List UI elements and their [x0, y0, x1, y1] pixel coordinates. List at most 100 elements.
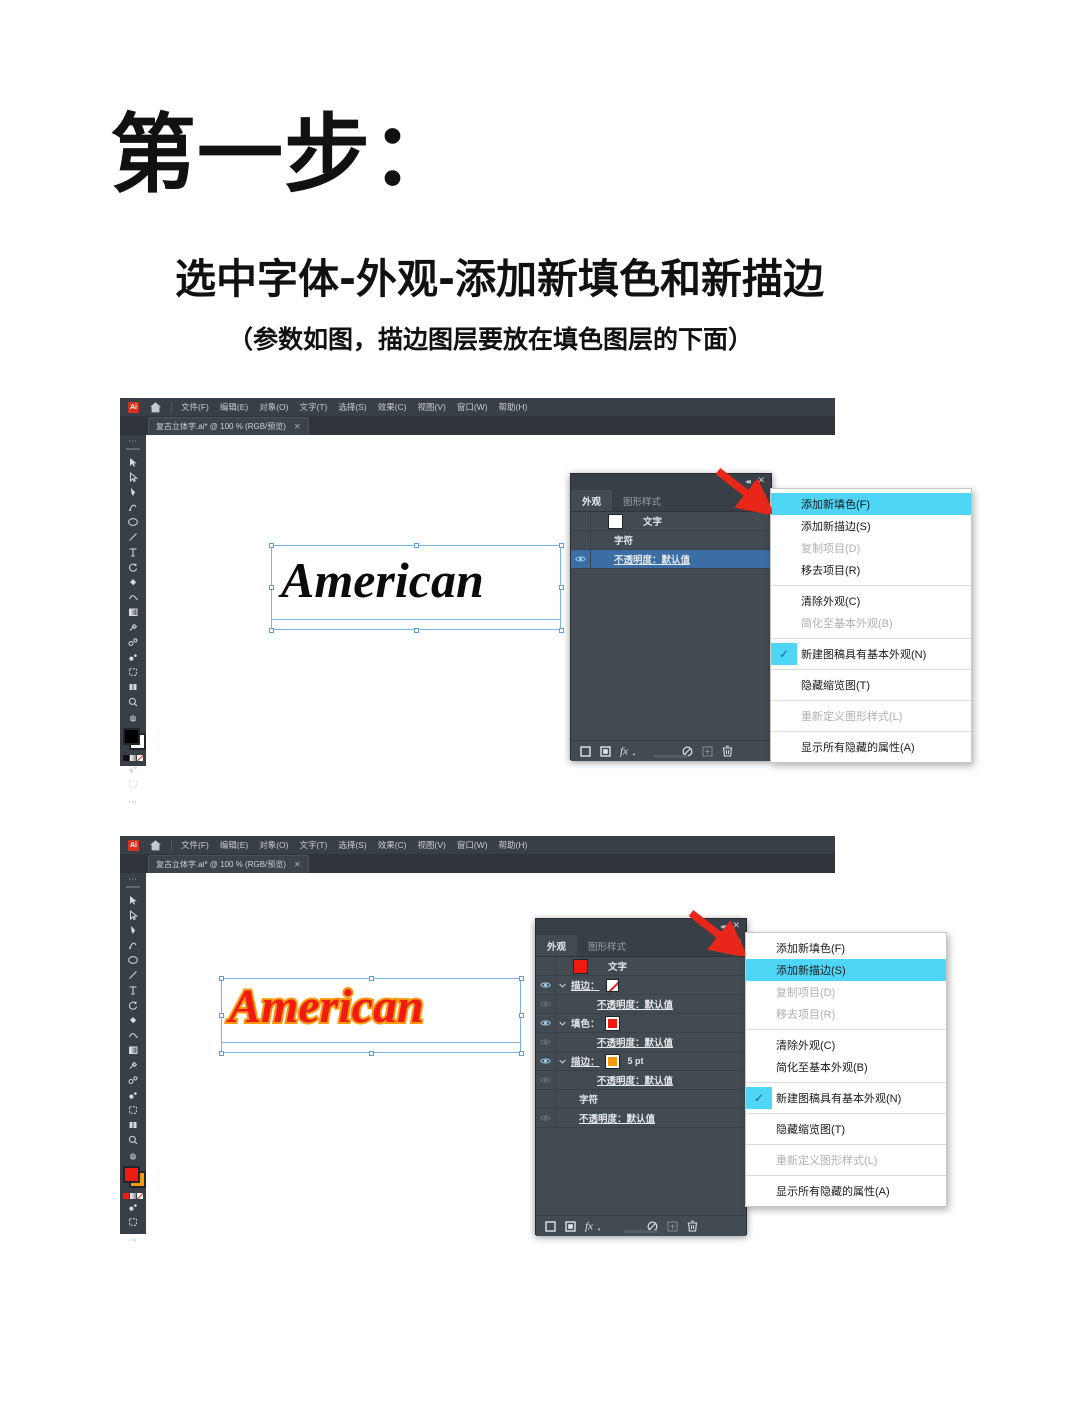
menu-item-6[interactable]: 视图(V)	[418, 839, 446, 851]
selection-handle[interactable]	[218, 1013, 224, 1018]
visibility-toggle-icon[interactable]	[536, 1076, 555, 1084]
appearance-row[interactable]: 填色：	[536, 1014, 746, 1033]
visibility-toggle-icon[interactable]	[536, 1057, 555, 1065]
tool-symbol-sprayer-tool[interactable]	[120, 1087, 146, 1102]
menu-item-8[interactable]: 帮助(H)	[499, 839, 528, 851]
menu-item-5[interactable]: 效果(C)	[378, 839, 407, 851]
visibility-toggle-icon[interactable]	[536, 1038, 555, 1046]
add-effect-fx-icon[interactable]: fx	[620, 745, 636, 757]
none-swatch-icon[interactable]	[137, 755, 143, 761]
selection-handle[interactable]	[368, 1050, 374, 1056]
tool-artboard-tool[interactable]	[120, 664, 146, 679]
tool-type-tool[interactable]	[120, 982, 146, 997]
artwork-text[interactable]: American	[227, 981, 426, 1033]
tool-eyedropper-tool[interactable]	[120, 619, 146, 634]
add-new-fill-icon[interactable]	[565, 1220, 576, 1232]
fill-color-swatch[interactable]	[604, 1015, 620, 1031]
tool-artboard-tool-bottom[interactable]	[120, 1214, 146, 1229]
tool-blend-tool[interactable]	[120, 634, 146, 649]
flyout-menu-item[interactable]: 隐藏缩览图(T)	[746, 1118, 946, 1140]
tool-artboard-tool[interactable]	[120, 1102, 146, 1117]
delete-item-icon[interactable]	[687, 1220, 698, 1232]
flyout-menu-item[interactable]: 添加新填色(F)	[771, 493, 971, 515]
tool-line-tool[interactable]	[120, 529, 146, 544]
tool-direct-selection-tool[interactable]	[120, 907, 146, 922]
menu-item-5[interactable]: 效果(C)	[378, 401, 407, 413]
tool-zoom-tool[interactable]	[120, 694, 146, 709]
panel-tab-0[interactable]: 外观	[536, 935, 578, 956]
flyout-menu-item[interactable]: ✓ 新建图稿具有基本外观(N)	[771, 643, 971, 665]
tool-selection-tool[interactable]	[120, 454, 146, 469]
appearance-row[interactable]: 不透明度：默认值	[571, 550, 771, 569]
menu-item-7[interactable]: 窗口(W)	[457, 401, 488, 413]
document-tab[interactable]: 复古立体字.ai* @ 100 % (RGB/预览) ✕	[148, 417, 309, 435]
flyout-menu-item[interactable]: 显示所有隐藏的属性(A)	[771, 736, 971, 758]
selection-handle[interactable]	[218, 975, 224, 981]
tool-paintbucket-tool[interactable]	[120, 1012, 146, 1027]
flyout-menu-item[interactable]: 简化至基本外观(B)	[771, 612, 971, 634]
appearance-row[interactable]: 字符	[571, 531, 771, 550]
tool-hand-tool[interactable]	[120, 709, 146, 724]
color-swatch-icon[interactable]	[123, 1193, 129, 1199]
menu-item-4[interactable]: 选择(S)	[338, 401, 366, 413]
visibility-toggle-icon[interactable]	[536, 1114, 555, 1122]
stroke-none-swatch[interactable]	[605, 978, 619, 992]
document-tab[interactable]: 复古立体字.ai* @ 100 % (RGB/预览) ✕	[148, 855, 309, 873]
appearance-row[interactable]: 不透明度：默认值	[536, 1109, 746, 1128]
selection-handle[interactable]	[558, 542, 564, 548]
selection-handle[interactable]	[518, 1050, 524, 1056]
fill-swatch[interactable]	[123, 728, 140, 745]
home-icon[interactable]	[149, 401, 162, 414]
tool-paintbucket-tool[interactable]	[120, 574, 146, 589]
menu-item-4[interactable]: 选择(S)	[338, 839, 366, 851]
add-new-stroke-icon[interactable]	[545, 1220, 556, 1232]
appearance-row[interactable]: 描边： 5 pt	[536, 1052, 746, 1071]
selection-handle[interactable]	[413, 542, 419, 548]
home-icon[interactable]	[149, 839, 162, 852]
menu-item-1[interactable]: 编辑(E)	[220, 401, 248, 413]
tool-eyedropper-tool[interactable]	[120, 1057, 146, 1072]
tool-direct-selection-tool[interactable]	[120, 469, 146, 484]
tool-gradient-tool[interactable]	[120, 604, 146, 619]
gradient-swatch-icon[interactable]	[130, 755, 136, 761]
color-mode-swatches[interactable]	[120, 1193, 146, 1199]
flyout-menu-item[interactable]: 添加新填色(F)	[746, 937, 946, 959]
tool-zoom-tool[interactable]	[120, 1132, 146, 1147]
flyout-menu-item[interactable]: 移去项目(R)	[771, 559, 971, 581]
flyout-menu-item[interactable]: 隐藏缩览图(T)	[771, 674, 971, 696]
menu-item-7[interactable]: 窗口(W)	[457, 839, 488, 851]
menu-item-3[interactable]: 文字(T)	[299, 401, 327, 413]
fill-stroke-swatches[interactable]	[120, 1165, 146, 1191]
tool-pen-tool[interactable]	[120, 922, 146, 937]
flyout-menu-item[interactable]: 显示所有隐藏的属性(A)	[746, 1180, 946, 1202]
flyout-menu-item[interactable]: ✓ 新建图稿具有基本外观(N)	[746, 1087, 946, 1109]
tool-rotate-tool[interactable]	[120, 559, 146, 574]
tool-symbol-sprayer-tool[interactable]	[120, 649, 146, 664]
menu-item-0[interactable]: 文件(F)	[181, 401, 209, 413]
flyout-menu-item[interactable]: 复制项目(D)	[771, 537, 971, 559]
tool-curvature-tool[interactable]	[120, 499, 146, 514]
appearance-row[interactable]: 不透明度：默认值	[536, 1033, 746, 1052]
tool-selection-tool[interactable]	[120, 892, 146, 907]
add-new-stroke-icon[interactable]	[580, 745, 591, 757]
delete-item-icon[interactable]	[722, 745, 733, 757]
visibility-toggle-icon[interactable]	[536, 1000, 555, 1008]
document-tab-close-icon[interactable]: ✕	[294, 860, 301, 869]
appearance-thumbnail[interactable]	[573, 958, 588, 974]
tool-line-tool[interactable]	[120, 967, 146, 982]
menu-item-2[interactable]: 对象(O)	[259, 839, 288, 851]
color-mode-swatches[interactable]	[120, 755, 146, 761]
tool-palette-more[interactable]: ⋯	[120, 1235, 146, 1246]
expand-caret-icon[interactable]	[556, 1021, 569, 1026]
panel-tab-0[interactable]: 外观	[571, 490, 613, 511]
appearance-thumbnail[interactable]	[608, 513, 623, 529]
tool-type-tool[interactable]	[120, 544, 146, 559]
flyout-menu-item[interactable]: 清除外观(C)	[771, 590, 971, 612]
flyout-menu-item[interactable]: 简化至基本外观(B)	[746, 1056, 946, 1078]
selection-handle[interactable]	[558, 627, 564, 633]
artwork-selection[interactable]: American	[218, 975, 524, 1056]
menu-item-2[interactable]: 对象(O)	[259, 401, 288, 413]
menu-item-0[interactable]: 文件(F)	[181, 839, 209, 851]
tool-slice-tool[interactable]	[120, 679, 146, 694]
tool-palette-grip[interactable]: ⋯	[120, 435, 146, 447]
